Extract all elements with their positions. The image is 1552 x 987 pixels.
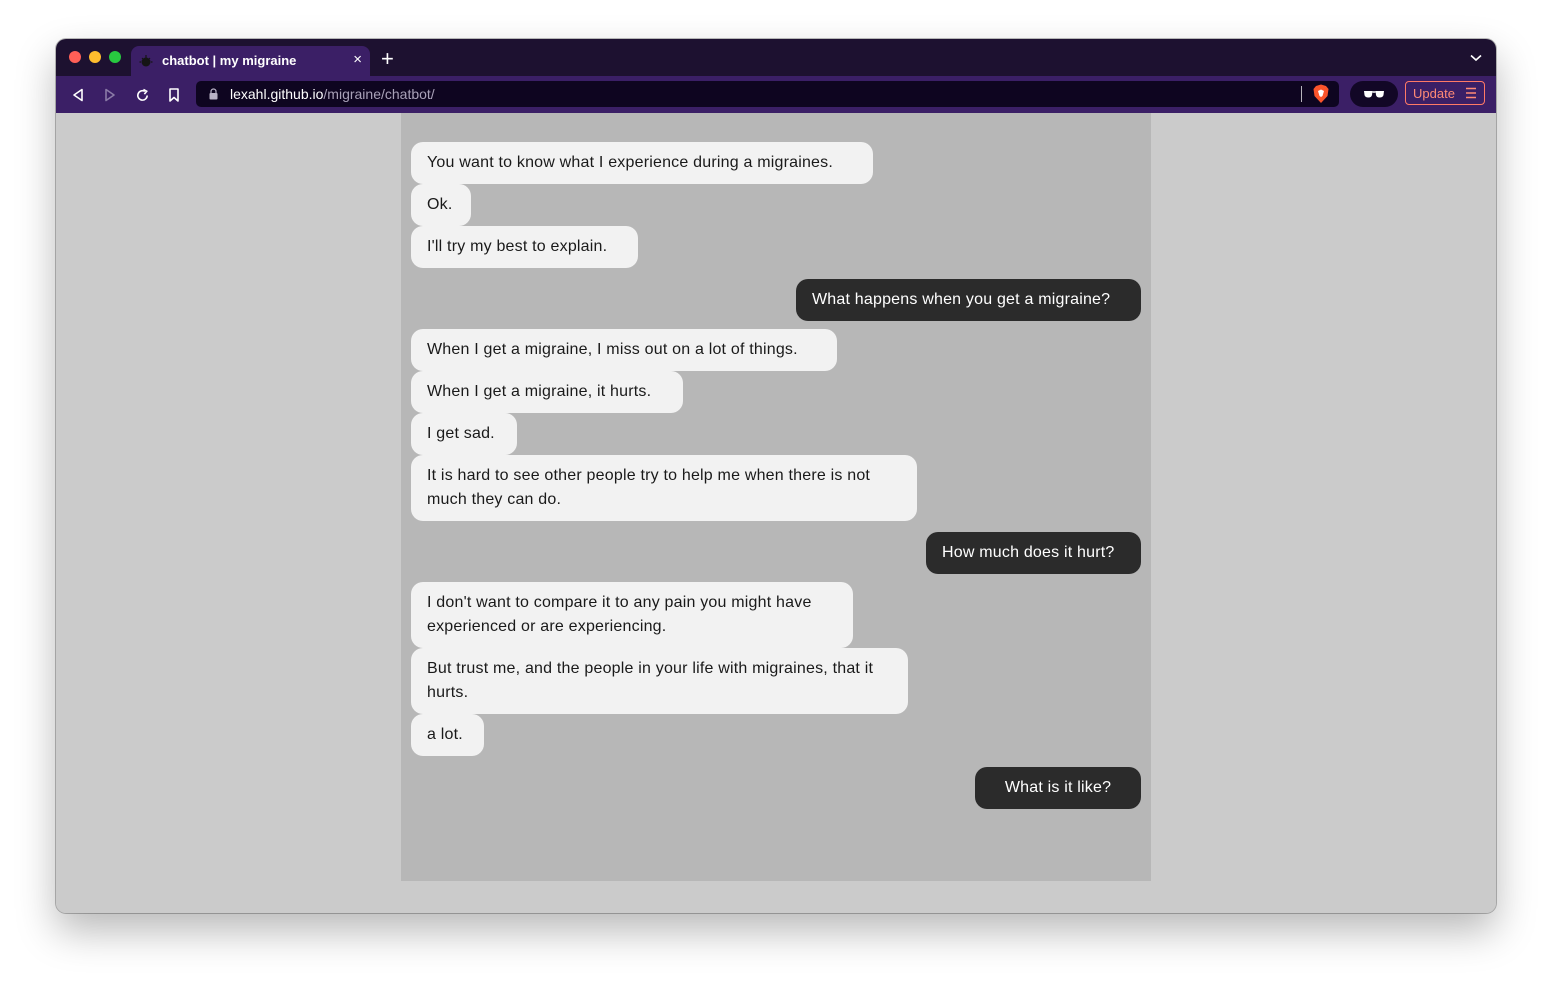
minimize-window-button[interactable] <box>89 51 101 63</box>
back-button[interactable] <box>68 85 88 105</box>
bookmark-icon <box>169 88 179 102</box>
back-icon <box>73 88 83 102</box>
bot-message: I get sad. <box>411 413 517 455</box>
url-path: /migraine/chatbot/ <box>323 86 435 102</box>
bot-message: It is hard to see other people try to he… <box>411 455 917 521</box>
user-message[interactable]: What is it like? <box>975 767 1141 809</box>
url-host: lexahl.github.io <box>230 86 324 102</box>
chat-panel: You want to know what I experience durin… <box>401 113 1151 881</box>
tab-list-button[interactable] <box>1470 49 1482 65</box>
chevron-down-icon <box>1470 54 1482 62</box>
lock-icon <box>209 88 218 100</box>
browser-window: chatbot | my migraine × + lexahl.github.… <box>56 39 1496 913</box>
forward-icon <box>105 88 115 102</box>
reload-button[interactable] <box>132 85 152 105</box>
tab-title: chatbot | my migraine <box>162 53 297 68</box>
tab-close-button[interactable]: × <box>353 51 362 69</box>
bot-message: When I get a migraine, it hurts. <box>411 371 683 413</box>
user-message[interactable]: What happens when you get a migraine? <box>796 279 1141 321</box>
url-text: lexahl.github.io/migraine/chatbot/ <box>230 86 435 102</box>
brave-shield-icon[interactable] <box>1312 84 1330 104</box>
new-tab-button[interactable]: + <box>381 48 394 70</box>
bot-message: I don't want to compare it to any pain y… <box>411 582 853 648</box>
favicon-icon <box>139 54 153 68</box>
page-viewport: You want to know what I experience durin… <box>56 113 1496 913</box>
reload-icon <box>136 88 148 101</box>
bot-message: But trust me, and the people in your lif… <box>411 648 908 714</box>
toolbar: lexahl.github.io/migraine/chatbot/ Updat… <box>56 76 1496 113</box>
forward-button[interactable] <box>100 85 120 105</box>
glasses-icon <box>1364 91 1384 98</box>
bot-message: I'll try my best to explain. <box>411 226 638 268</box>
address-bar[interactable]: lexahl.github.io/migraine/chatbot/ <box>196 81 1339 107</box>
extension-button[interactable] <box>1350 81 1398 107</box>
bot-message: a lot. <box>411 714 484 756</box>
zoom-window-button[interactable] <box>109 51 121 63</box>
close-window-button[interactable] <box>69 51 81 63</box>
bot-message: Ok. <box>411 184 471 226</box>
tab-strip: chatbot | my migraine × + <box>56 39 1496 76</box>
update-button[interactable]: Update <box>1405 81 1485 105</box>
menu-icon <box>1466 87 1476 99</box>
tab-chatbot[interactable]: chatbot | my migraine × <box>131 46 370 76</box>
url-divider <box>1301 86 1302 102</box>
bookmark-button[interactable] <box>164 85 184 105</box>
bot-message: When I get a migraine, I miss out on a l… <box>411 329 837 371</box>
update-label: Update <box>1413 85 1455 101</box>
user-message[interactable]: How much does it hurt? <box>926 532 1141 574</box>
bot-message: You want to know what I experience durin… <box>411 142 873 184</box>
